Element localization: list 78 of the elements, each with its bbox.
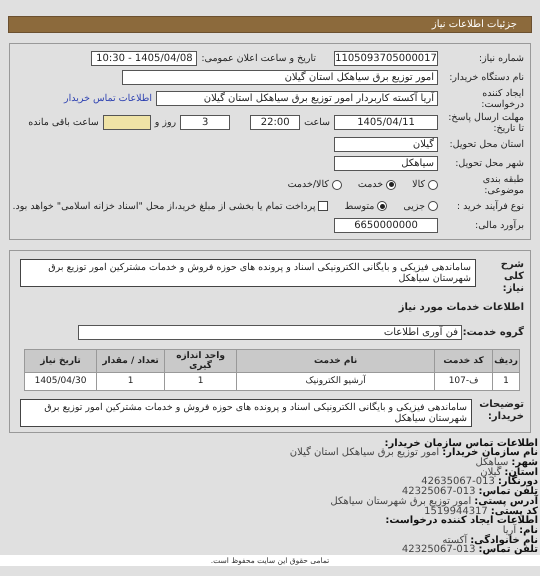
column-header: نام خدمت <box>236 349 435 372</box>
radio-label: متوسط <box>344 200 374 212</box>
field-label: شهر محل تحویل: <box>454 158 524 169</box>
province-field: گیلان <box>334 136 438 152</box>
field-label: ایجاد کننده درخواست: <box>480 88 524 110</box>
description-box: ساماندهی فیزیکی و بایگانی الکترونیکی اسناد و پرونده های حوزه فروش و خدمات مشترکین امور توزیع برق شهرستان سیاهکل <box>20 258 476 287</box>
contact-value: 42635067-013 <box>421 477 495 488</box>
contact-label: دورنگار: <box>498 477 538 488</box>
announce-date-field: 1405/04/08 - 10:30 <box>91 50 198 66</box>
city-field: سیاهکل <box>334 156 438 171</box>
column-header: ردیف <box>492 349 520 372</box>
table-cell: 1 <box>492 372 520 390</box>
page-header: جزئیات اطلاعات نیاز <box>8 16 532 33</box>
radio-button[interactable] <box>428 180 438 190</box>
radio-label: کالا <box>412 179 425 190</box>
contact-label: نام: <box>519 526 538 536</box>
field-label: ساعت باقی مانده <box>28 117 99 128</box>
contact-value: آریا <box>502 526 516 536</box>
contact-value: 42325067-013 <box>402 487 476 497</box>
checkbox-label: پرداخت تمام یا بخشی از مبلغ خرید،از محل "اسناد خزانه اسلامی" خواهد بود. <box>12 200 316 212</box>
buyer-contact-link[interactable]: اطلاعات تماس خریدار <box>64 93 152 104</box>
remaining-hours-field <box>102 115 151 130</box>
buyer-notes-box: ساماندهی فیزیکی و بایگانی الکترونیکی اسناد و پرونده های حوزه فروش و خدمات مشترکین امور توزیع برق شهرستان سیاهکل <box>20 398 472 427</box>
radio-button[interactable] <box>332 180 342 190</box>
contact-value: امور توزیع برق سیاهکل استان گیلان <box>290 448 440 458</box>
radio-label: جزیی <box>403 200 425 212</box>
radio-button[interactable] <box>377 201 388 212</box>
field-label: نام دستگاه خریدار: <box>448 72 524 83</box>
field-label: گروه خدمت: <box>466 326 524 338</box>
contact-label: آدرس پستی: <box>474 496 538 507</box>
column-header: تاریخ نیاز <box>24 349 97 372</box>
field-label: شرح کلی نیاز: <box>500 258 524 295</box>
contact-value: امور توزیع برق شهرستان سیاهکل <box>330 496 472 507</box>
table-cell: 1 <box>96 372 165 390</box>
field-label: ساعت <box>304 117 330 128</box>
radio-label: کالا/خدمت <box>288 179 329 190</box>
field-label: نوع فرآیند خرید : <box>456 200 524 212</box>
table-cell: 1 <box>164 372 237 390</box>
estimate-field: 6650000000 <box>334 218 438 233</box>
contact-label: شهر: <box>511 458 538 468</box>
column-header: کد خدمت <box>434 349 493 372</box>
contact-heading: اطلاعات تماس سازمان خریدار: <box>384 438 538 448</box>
column-header: تعداد / مقدار <box>96 349 165 372</box>
checkbox[interactable] <box>318 201 328 212</box>
contact-value: گیلان <box>480 468 502 478</box>
days-field: 3 <box>180 115 230 130</box>
deadline-time-field: 22:00 <box>250 115 300 130</box>
section-heading: اطلاعات خدمات مورد نیاز <box>398 302 524 313</box>
contact-label: استان: <box>504 468 538 478</box>
radio-button[interactable] <box>428 201 438 212</box>
contact-label: نام سازمان خریدار: <box>442 448 538 458</box>
field-label: طبقه بندی موضوعی: <box>482 174 524 196</box>
deadline-date-field: 1405/04/11 <box>334 115 438 130</box>
field-label: روز و <box>154 117 176 128</box>
contact-label: تلفن تماس: <box>478 487 538 497</box>
field-label: برآورد مالی: <box>474 220 524 231</box>
field-label: توضیحات خریدار: <box>478 398 524 423</box>
contact-value: 1519944317 <box>424 506 488 516</box>
contact-value: آکسته <box>442 536 468 546</box>
service-group-field: فن آوری اطلاعات <box>78 324 462 340</box>
need-number-field: 1105093705000017 <box>334 50 438 66</box>
table-cell: ف-107 <box>434 372 493 390</box>
creator-field: آریا آکسته کاربردار امور توزیع برق سیاهکل استان گیلان <box>156 91 438 106</box>
contact-label: کد پستی: <box>490 506 538 516</box>
radio-label: خدمت <box>358 179 384 190</box>
table-cell: آرشیو الکترونیک <box>236 372 435 390</box>
contact-label: تلفن تماس: <box>478 545 538 556</box>
field-label: مهلت ارسال پاسخ: تا تاریخ: <box>447 112 524 134</box>
contact-value: سیاهکل <box>476 458 508 468</box>
field-label: تاریخ و ساعت اعلان عمومی: <box>201 52 316 64</box>
field-label: شماره نیاز: <box>478 52 524 64</box>
buyer-field: امور توزیع برق سیاهکل استان گیلان <box>122 70 438 85</box>
contact-value: 42325067-013 <box>402 545 476 556</box>
column-header: واحد اندازه گیری <box>164 349 237 372</box>
table-cell: 1405/04/30 <box>24 372 97 390</box>
field-label: استان محل تحویل: <box>448 138 524 150</box>
radio-button[interactable] <box>386 180 396 190</box>
contact-label: نام خانوادگی: <box>470 536 538 546</box>
